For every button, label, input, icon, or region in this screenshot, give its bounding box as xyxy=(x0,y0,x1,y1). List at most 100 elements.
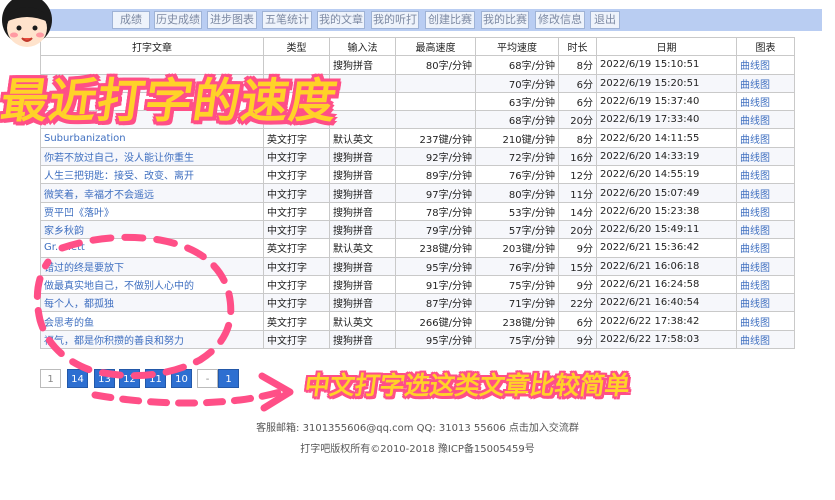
duration-cell: 20分 xyxy=(558,219,597,240)
nav-item-history[interactable]: 历史成绩 xyxy=(154,11,202,29)
nav-item-create-contest[interactable]: 创建比赛 xyxy=(425,11,475,29)
chart-link[interactable]: 曲线图 xyxy=(736,183,795,203)
column-header-max-speed: 最高速度 xyxy=(395,36,476,57)
chart-link[interactable]: 曲线图 xyxy=(736,55,795,75)
article-cell[interactable]: 贾平凹《落叶》 xyxy=(40,201,264,221)
article-cell[interactable]: Gr...nett xyxy=(40,238,264,258)
ime-cell: 默认英文 xyxy=(329,311,396,331)
max-speed-cell xyxy=(395,91,476,112)
duration-cell: 15分 xyxy=(558,256,597,276)
duration-cell: 9分 xyxy=(558,329,597,350)
article-cell[interactable]: 福气，都是你积攒的善良和努力 xyxy=(40,329,264,350)
avg-speed-cell: 80字/分钟 xyxy=(475,183,559,203)
avg-speed-cell: 72字/分钟 xyxy=(475,146,559,167)
type-cell: 中文打字 xyxy=(263,329,330,350)
max-speed-cell xyxy=(395,73,476,93)
avg-speed-cell: 57字/分钟 xyxy=(475,219,559,240)
article-cell[interactable]: 微笑着，幸福才不会遥远 xyxy=(40,183,264,203)
article-cell[interactable]: 会思考的鱼 xyxy=(40,311,264,331)
article-cell[interactable]: 你若不放过自己，没人能让你重生 xyxy=(40,146,264,167)
page-button[interactable]: 12 xyxy=(119,369,140,388)
duration-cell: 8分 xyxy=(558,55,597,75)
avg-speed-cell: 76字/分钟 xyxy=(475,165,559,185)
chart-link[interactable]: 曲线图 xyxy=(736,110,795,130)
date-cell: 2022/6/21 16:24:58 xyxy=(596,274,737,295)
type-cell: 中文打字 xyxy=(263,256,330,276)
avg-speed-cell: 238键/分钟 xyxy=(475,311,559,331)
page-button[interactable]: 10 xyxy=(171,369,192,388)
date-cell: 2022/6/19 15:20:51 xyxy=(596,73,737,93)
max-speed-cell xyxy=(395,110,476,130)
ime-cell: 搜狗拼音 xyxy=(329,201,396,221)
ime-cell: 搜狗拼音 xyxy=(329,183,396,203)
chart-link[interactable]: 曲线图 xyxy=(736,256,795,276)
nav-item-my-contests[interactable]: 我的比赛 xyxy=(481,11,529,29)
type-cell: 中文打字 xyxy=(263,274,330,295)
ime-cell: 搜狗拼音 xyxy=(329,219,396,240)
chart-link[interactable]: 曲线图 xyxy=(736,293,795,313)
article-cell[interactable]: 做最真实地自己，不做别人心中的 xyxy=(40,274,264,295)
max-speed-cell: 87字/分钟 xyxy=(395,293,476,313)
article-cell[interactable]: 每个人，都孤独 xyxy=(40,293,264,313)
duration-cell: 12分 xyxy=(558,165,597,185)
nav-item-scores[interactable]: 成绩 xyxy=(112,11,150,29)
nav-item-edit-profile[interactable]: 修改信息 xyxy=(535,11,585,29)
chart-link[interactable]: 曲线图 xyxy=(736,165,795,185)
chart-link[interactable]: 曲线图 xyxy=(736,91,795,112)
article-cell[interactable]: 错过的终是要放下 xyxy=(40,256,264,276)
type-cell: 英文打字 xyxy=(263,238,330,258)
page-button[interactable]: 11 xyxy=(145,369,166,388)
nav-item-my-articles[interactable]: 我的文章 xyxy=(317,11,365,29)
date-cell: 2022/6/19 15:10:51 xyxy=(596,55,737,75)
date-cell: 2022/6/21 15:36:42 xyxy=(596,238,737,258)
date-cell: 2022/6/20 15:49:11 xyxy=(596,219,737,240)
max-speed-cell: 80字/分钟 xyxy=(395,55,476,75)
date-cell: 2022/6/19 17:33:40 xyxy=(596,110,737,130)
page-button[interactable]: 1 xyxy=(218,369,239,388)
page-button[interactable]: 14 xyxy=(67,369,88,388)
chart-link[interactable]: 曲线图 xyxy=(736,238,795,258)
chart-link[interactable]: 曲线图 xyxy=(736,201,795,221)
duration-cell: 8分 xyxy=(558,128,597,148)
chart-link[interactable]: 曲线图 xyxy=(736,146,795,167)
page-button[interactable]: 13 xyxy=(94,369,115,388)
duration-cell: 6分 xyxy=(558,73,597,93)
chart-link[interactable]: 曲线图 xyxy=(736,219,795,240)
max-speed-cell: 95字/分钟 xyxy=(395,329,476,350)
chart-link[interactable]: 曲线图 xyxy=(736,128,795,148)
nav-item-logout[interactable]: 退出 xyxy=(590,11,620,29)
avg-speed-cell: 53字/分钟 xyxy=(475,201,559,221)
table-row: 每个人，都孤独 中文打字 搜狗拼音 87字/分钟 71字/分钟 22分 2022/6/21 … xyxy=(40,293,795,313)
date-cell: 2022/6/22 17:58:03 xyxy=(596,329,737,350)
max-speed-cell: 79字/分钟 xyxy=(395,219,476,240)
avg-speed-cell: 71字/分钟 xyxy=(475,293,559,313)
ime-cell xyxy=(329,91,396,112)
column-header-duration: 时长 xyxy=(558,36,597,57)
date-cell: 2022/6/20 15:23:38 xyxy=(596,201,737,221)
max-speed-cell: 237键/分钟 xyxy=(395,128,476,148)
article-cell[interactable]: Suburbanization xyxy=(40,128,264,148)
chart-link[interactable]: 曲线图 xyxy=(736,311,795,331)
nav-item-my-dictation[interactable]: 我的听打 xyxy=(371,11,419,29)
page-button-first[interactable]: 1 xyxy=(40,369,61,388)
article-cell[interactable]: 人生三把钥匙：接受、改变、离开 xyxy=(40,165,264,185)
date-cell: 2022/6/21 16:06:18 xyxy=(596,256,737,276)
chart-link[interactable]: 曲线图 xyxy=(736,274,795,295)
nav-item-wubi-stats[interactable]: 五笔统计 xyxy=(262,11,312,29)
table-row: 做最真实地自己，不做别人心中的 中文打字 搜狗拼音 91字/分钟 75字/分钟 9分 202… xyxy=(40,274,795,295)
ime-cell: 搜狗拼音 xyxy=(329,165,396,185)
avg-speed-cell: 75字/分钟 xyxy=(475,274,559,295)
avg-speed-cell: 63字/分钟 xyxy=(475,91,559,112)
date-cell: 2022/6/22 17:38:42 xyxy=(596,311,737,331)
type-cell: 中文打字 xyxy=(263,293,330,313)
table-row: 错过的终是要放下 中文打字 搜狗拼音 95字/分钟 76字/分钟 15分 2022/6/21… xyxy=(40,256,795,276)
nav-item-progress-chart[interactable]: 进步图表 xyxy=(207,11,257,29)
table-header-row: 打字文章 类型 输入法 最高速度 平均速度 时长 日期 图表 xyxy=(40,36,795,57)
chart-link[interactable]: 曲线图 xyxy=(736,73,795,93)
table-row: 福气，都是你积攒的善良和努力 中文打字 搜狗拼音 95字/分钟 75字/分钟 9分 2022… xyxy=(40,329,795,350)
table-row: 人生三把钥匙：接受、改变、离开 中文打字 搜狗拼音 89字/分钟 76字/分钟 12分 20… xyxy=(40,165,795,185)
article-cell[interactable]: 家乡秋韵 xyxy=(40,219,264,240)
chart-link[interactable]: 曲线图 xyxy=(736,329,795,350)
ime-cell: 默认英文 xyxy=(329,238,396,258)
max-speed-cell: 97字/分钟 xyxy=(395,183,476,203)
